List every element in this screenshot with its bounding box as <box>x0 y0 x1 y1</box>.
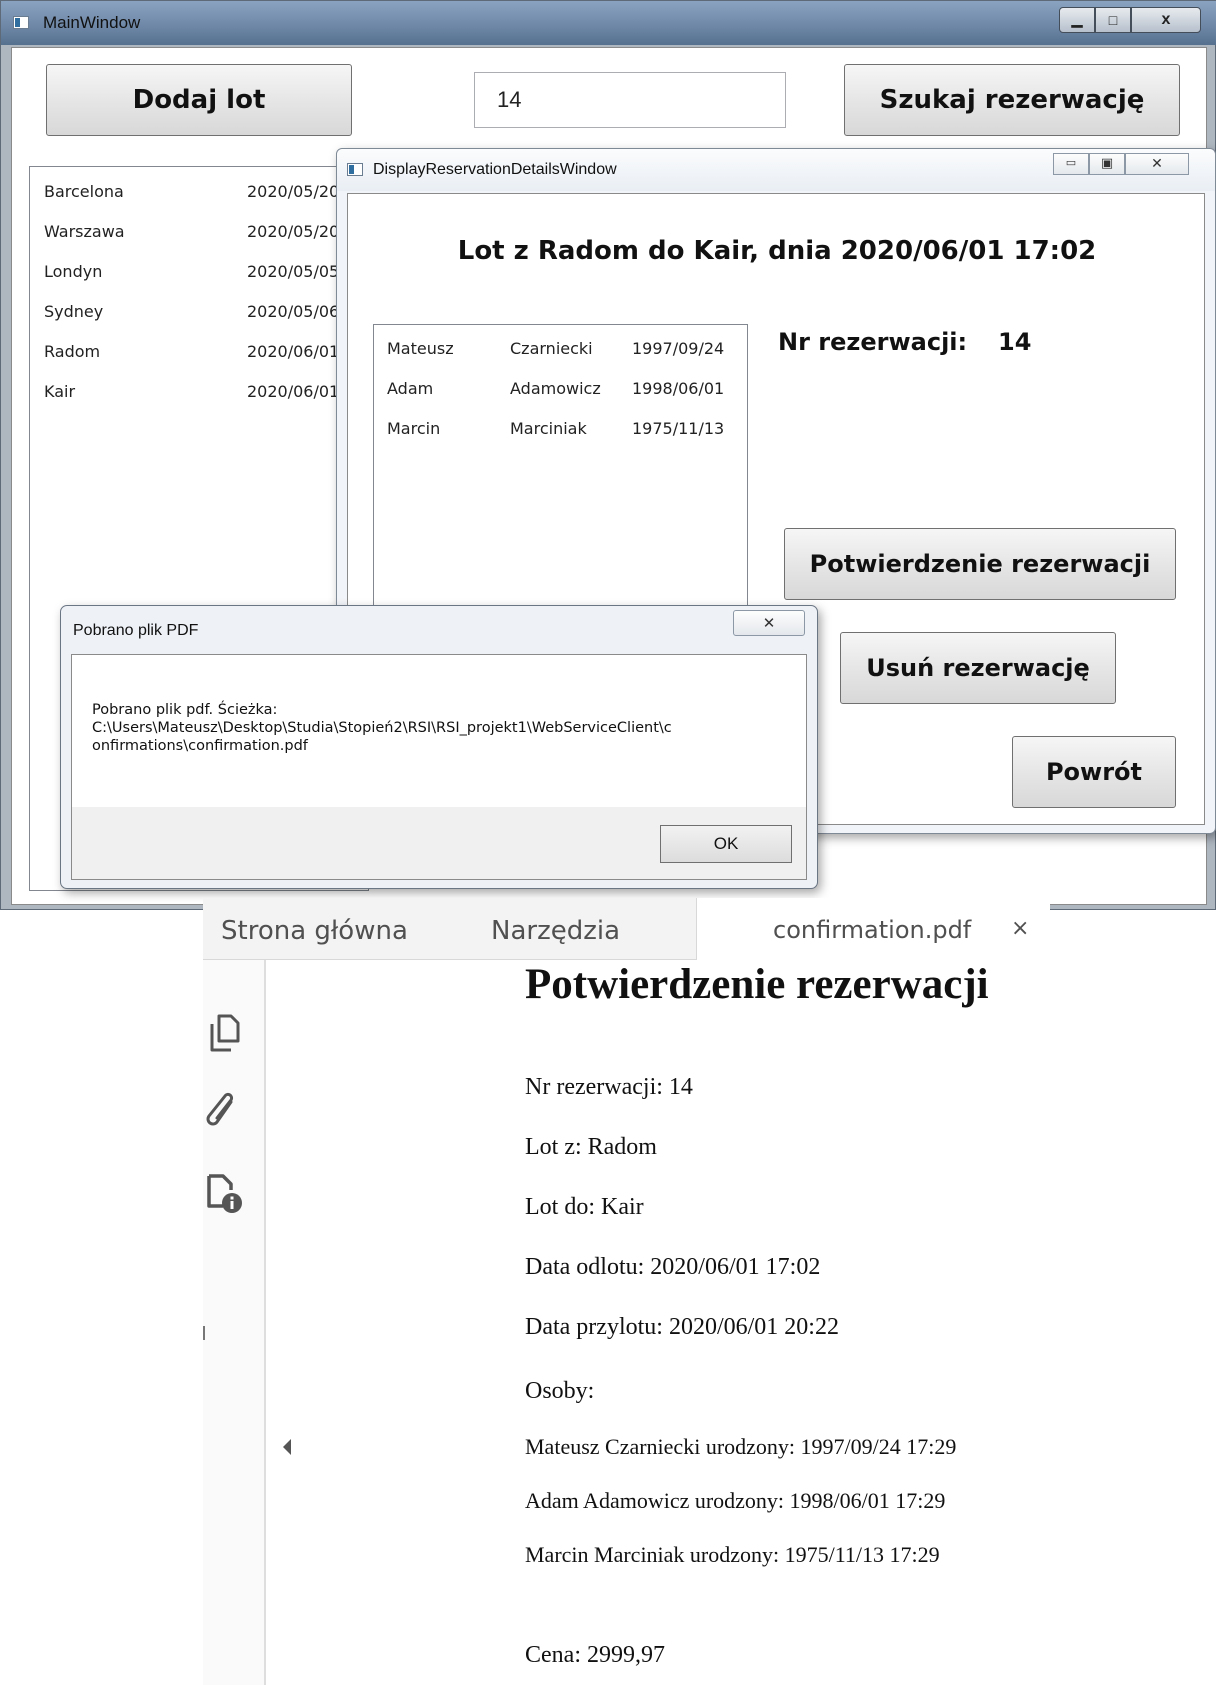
details-window-title: DisplayReservationDetailsWindow <box>373 161 617 178</box>
details-maximize-button[interactable]: ▣ <box>1089 153 1125 175</box>
details-titlebar[interactable]: DisplayReservationDetailsWindow ▭ ▣ ✕ <box>337 149 1215 191</box>
pdf-viewer: Strona główna Narzędzia confirmation.pdf… <box>203 898 1050 1685</box>
viewer-tab-bar: Strona główna Narzędzia confirmation.pdf… <box>203 898 1050 960</box>
dialog-button-bar: OK <box>72 807 806 879</box>
close-button[interactable]: x <box>1131 7 1201 33</box>
main-window-title: MainWindow <box>43 13 141 32</box>
flight-date: 2020/06/01 <box>247 342 340 361</box>
copy-pages-icon[interactable] <box>207 1012 241 1054</box>
list-item[interactable]: Marcin Marciniak 1975/11/13 <box>374 411 747 447</box>
passenger-first-name: Marcin <box>387 419 441 438</box>
viewer-left-rail <box>203 960 291 1685</box>
doc-flight-to: Lot do: Kair <box>525 1194 644 1220</box>
close-icon: ✕ <box>762 614 776 632</box>
dialog-message: Pobrano plik pdf. Ścieżka: C:\Users\Mate… <box>92 701 672 755</box>
maximize-icon: ▣ <box>1100 156 1114 171</box>
details-close-button[interactable]: ✕ <box>1125 153 1189 175</box>
dialog-title: Pobrano plik PDF <box>73 622 199 639</box>
pdf-downloaded-dialog: Pobrano plik PDF ✕ Pobrano plik pdf. Ści… <box>60 605 818 889</box>
doc-arrival-date: Data przylotu: 2020/06/01 20:22 <box>525 1314 839 1340</box>
dialog-message-line: C:\Users\Mateusz\Desktop\Studia\Stopień2… <box>92 720 672 736</box>
app-icon <box>13 16 29 29</box>
flight-heading: Lot z Radom do Kair, dnia 2020/06/01 17:… <box>457 236 1097 266</box>
list-item[interactable]: Radom 2020/06/01 <box>30 334 368 370</box>
confirm-reservation-button[interactable]: Potwierdzenie rezerwacji <box>784 528 1176 600</box>
flight-city: Kair <box>44 382 76 401</box>
search-reservation-button[interactable]: Szukaj rezerwację <box>844 64 1180 136</box>
list-item[interactable]: Warszawa 2020/05/20 <box>30 214 368 250</box>
list-item[interactable]: Barcelona 2020/05/20 <box>30 174 368 210</box>
tab-file[interactable]: confirmation.pdf × <box>696 898 1050 960</box>
list-item[interactable]: Adam Adamowicz 1998/06/01 <box>374 371 747 407</box>
maximize-button[interactable]: □ <box>1095 7 1131 33</box>
flight-city: Barcelona <box>44 182 124 201</box>
document-title: Potwierdzenie rezerwacji <box>525 961 989 1008</box>
doc-person: Marcin Marciniak urodzony: 1975/11/13 17… <box>525 1542 940 1567</box>
passenger-birth-date: 1997/09/24 <box>632 339 725 358</box>
flight-date: 2020/05/20 <box>247 222 340 241</box>
reservation-number-label: Nr rezerwacji: <box>778 328 968 356</box>
collapse-panel-icon[interactable] <box>281 1438 293 1456</box>
list-item[interactable]: Kair 2020/06/01 <box>30 374 368 410</box>
passenger-birth-date: 1998/06/01 <box>632 379 725 398</box>
close-icon: x <box>1161 11 1171 28</box>
flight-city: Sydney <box>44 302 104 321</box>
doc-reservation-number: Nr rezerwacji: 14 <box>525 1074 693 1100</box>
passenger-last-name: Marciniak <box>510 419 587 438</box>
flight-date: 2020/05/06 <box>247 302 340 321</box>
dialog-client-area: Pobrano plik pdf. Ścieżka: C:\Users\Mate… <box>71 654 807 880</box>
pdf-page: Potwierdzenie rezerwacji Nr rezerwacji: … <box>316 960 1050 1685</box>
doc-departure-date: Data odlotu: 2020/06/01 17:02 <box>525 1254 821 1280</box>
doc-flight-from: Lot z: Radom <box>525 1134 657 1160</box>
add-flight-button[interactable]: Dodaj lot <box>46 64 352 136</box>
passenger-first-name: Mateusz <box>387 339 454 358</box>
passenger-birth-date: 1975/11/13 <box>632 419 725 438</box>
dialog-message-line: onfirmations\confirmation.pdf <box>92 738 308 754</box>
attachment-icon[interactable] <box>205 1092 241 1134</box>
list-item[interactable]: Mateusz Czarniecki 1997/09/24 <box>374 331 747 367</box>
flight-date: 2020/05/20 <box>247 182 340 201</box>
tab-tools[interactable]: Narzędzia <box>491 916 620 946</box>
flight-city: Radom <box>44 342 101 361</box>
minimize-icon: ▭ <box>1065 156 1077 169</box>
passenger-last-name: Adamowicz <box>510 379 601 398</box>
minimize-icon: ▁ <box>1071 11 1083 27</box>
minimize-button[interactable]: ▁ <box>1059 7 1095 33</box>
dialog-close-button[interactable]: ✕ <box>733 610 805 636</box>
back-button[interactable]: Powrót <box>1012 736 1176 808</box>
close-icon: ✕ <box>1151 156 1163 172</box>
maximize-icon: □ <box>1108 12 1118 28</box>
passenger-first-name: Adam <box>387 379 434 398</box>
doc-price: Cena: 2999,97 <box>525 1642 665 1668</box>
delete-reservation-button[interactable]: Usuń rezerwację <box>840 632 1116 704</box>
passenger-last-name: Czarniecki <box>510 339 593 358</box>
details-minimize-button[interactable]: ▭ <box>1053 153 1089 175</box>
flight-city: Londyn <box>44 262 103 281</box>
reservation-number-value: 14 <box>998 328 1032 356</box>
dialog-message-line: Pobrano plik pdf. Ścieżka: <box>92 702 278 718</box>
file-tab-label: confirmation.pdf <box>773 916 972 944</box>
list-item[interactable]: Sydney 2020/05/06 <box>30 294 368 330</box>
file-info-icon[interactable] <box>205 1172 245 1214</box>
doc-people-label: Osoby: <box>525 1378 595 1404</box>
flight-city: Warszawa <box>44 222 125 241</box>
flight-date: 2020/06/01 <box>247 382 340 401</box>
ok-button[interactable]: OK <box>660 825 792 863</box>
app-icon <box>347 163 363 176</box>
tab-home[interactable]: Strona główna <box>221 916 408 946</box>
search-input[interactable]: 14 <box>474 72 786 128</box>
flight-date: 2020/05/05 <box>247 262 340 281</box>
close-tab-icon[interactable]: × <box>1011 916 1029 941</box>
doc-person: Mateusz Czarniecki urodzony: 1997/09/24 … <box>525 1434 957 1459</box>
main-titlebar[interactable]: MainWindow ▁ □ x <box>1 1 1216 45</box>
rail-divider <box>203 1326 205 1340</box>
doc-person: Adam Adamowicz urodzony: 1998/06/01 17:2… <box>525 1488 946 1513</box>
list-item[interactable]: Londyn 2020/05/05 <box>30 254 368 290</box>
